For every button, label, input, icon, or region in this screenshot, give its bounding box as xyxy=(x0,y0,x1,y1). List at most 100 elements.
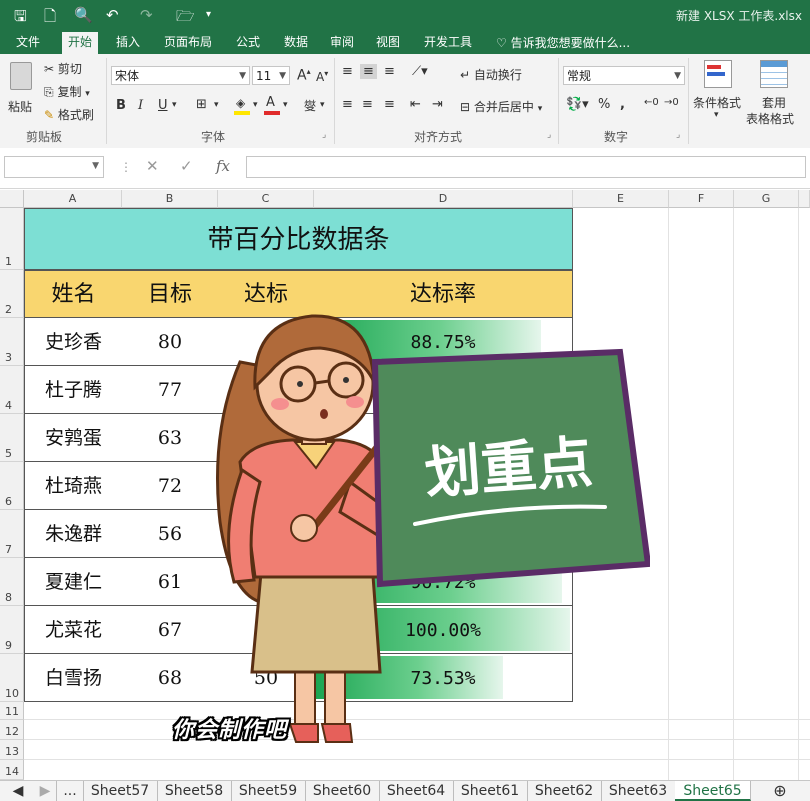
cell-name[interactable]: 史珍香 xyxy=(24,318,123,366)
paste-button[interactable]: 粘贴 xyxy=(6,60,36,116)
more-tabs-button[interactable]: ... xyxy=(56,781,84,801)
align-bottom-icon[interactable]: ≡ xyxy=(384,64,395,79)
row-header[interactable]: 4 xyxy=(0,366,24,414)
tell-me-search[interactable]: ♡ 告诉我您想要做什么... xyxy=(496,34,630,51)
row-header[interactable]: 13 xyxy=(0,740,24,760)
header-cell-name[interactable]: 姓名 xyxy=(24,270,123,318)
sheet-tab[interactable]: Sheet62 xyxy=(527,781,602,801)
increase-decimal-icon[interactable]: ←0 xyxy=(644,97,659,108)
row-header[interactable]: 6 xyxy=(0,462,24,510)
font-size-select[interactable]: 11 ▼ xyxy=(252,66,290,85)
dialog-launcher-icon[interactable]: ⌟ xyxy=(322,130,326,140)
phonetic-dropdown[interactable]: ▾ xyxy=(320,100,325,110)
sheet-tab-active[interactable]: Sheet65 xyxy=(675,781,751,801)
conditional-formatting-button[interactable]: 条件格式 ▾ xyxy=(692,60,742,126)
font-color-button[interactable]: A xyxy=(264,95,280,116)
phonetic-button[interactable]: 燮 xyxy=(304,97,316,114)
align-top-icon[interactable]: ≡ xyxy=(342,64,353,79)
row-header[interactable]: 2 xyxy=(0,270,24,318)
table-title-cell[interactable]: 带百分比数据条 xyxy=(24,208,573,270)
menu-formulas[interactable]: 公式 xyxy=(230,34,266,54)
increase-indent-icon[interactable]: ⇥ xyxy=(432,97,443,112)
format-painter-button[interactable]: ✎ 格式刷 xyxy=(44,106,94,123)
align-center-icon[interactable]: ≡ xyxy=(362,97,373,112)
copy-button[interactable]: ⎘ 复制 ▾ xyxy=(44,83,90,100)
redo-icon[interactable]: ↷ xyxy=(140,6,153,24)
font-name-select[interactable]: 宋体 ▼ xyxy=(111,66,250,85)
row-header[interactable]: 11 xyxy=(0,702,24,720)
column-header-c[interactable]: C xyxy=(218,190,314,208)
row-header[interactable]: 8 xyxy=(0,558,24,606)
row-header[interactable]: 9 xyxy=(0,606,24,654)
row-header[interactable]: 7 xyxy=(0,510,24,558)
borders-dropdown[interactable]: ▾ xyxy=(214,100,219,110)
cut-button[interactable]: ✂ 剪切 xyxy=(44,60,82,77)
cancel-icon[interactable]: ✕ xyxy=(146,157,159,175)
merge-center-button[interactable]: ⊟ 合并后居中 ▾ xyxy=(460,98,542,115)
fill-color-dropdown[interactable]: ▾ xyxy=(253,100,258,110)
scroll-tabs-right-icon[interactable]: ▶ xyxy=(36,781,54,801)
percent-button[interactable]: % xyxy=(598,97,610,112)
font-color-dropdown[interactable]: ▾ xyxy=(283,100,288,110)
row-header[interactable]: 10 xyxy=(0,654,24,702)
save-icon[interactable]: 🖫 xyxy=(14,6,27,31)
underline-dropdown[interactable]: ▾ xyxy=(172,100,177,110)
select-all-corner[interactable] xyxy=(0,190,24,208)
bold-button[interactable]: B xyxy=(116,98,126,113)
menu-data[interactable]: 数据 xyxy=(278,34,314,54)
cell-name[interactable]: 夏建仁 xyxy=(24,558,123,606)
decrease-decimal-icon[interactable]: →0 xyxy=(664,97,679,108)
dialog-launcher-icon[interactable]: ⌟ xyxy=(547,130,551,140)
menu-review[interactable]: 审阅 xyxy=(324,34,360,54)
customize-toolbar-icon[interactable]: ▾ xyxy=(206,9,211,20)
cell-name[interactable]: 安鹑蛋 xyxy=(24,414,123,462)
enter-icon[interactable]: ✓ xyxy=(180,157,193,175)
cell-name[interactable]: 尤菜花 xyxy=(24,606,123,654)
sheet-tab[interactable]: Sheet58 xyxy=(157,781,232,801)
sheet-tab[interactable]: Sheet59 xyxy=(231,781,306,801)
number-format-select[interactable]: 常规 ▼ xyxy=(563,66,685,85)
scroll-tabs-left-icon[interactable]: ◀ xyxy=(8,781,28,801)
menu-developer[interactable]: 开发工具 xyxy=(418,34,478,54)
cell-name[interactable]: 白雪扬 xyxy=(24,654,123,702)
currency-icon[interactable]: 💱▾ xyxy=(566,97,589,112)
cell-name[interactable]: 朱逸群 xyxy=(24,510,123,558)
sheet-tab[interactable]: Sheet64 xyxy=(379,781,454,801)
cell-name[interactable]: 杜琦燕 xyxy=(24,462,123,510)
dialog-launcher-icon[interactable]: ⌟ xyxy=(676,130,680,140)
decrease-indent-icon[interactable]: ⇤ xyxy=(410,97,421,112)
fill-color-button[interactable]: ◈ xyxy=(234,96,250,116)
align-right-icon[interactable]: ≡ xyxy=(384,97,395,112)
column-header-d[interactable]: D xyxy=(314,190,573,208)
row-header[interactable]: 3 xyxy=(0,318,24,366)
column-header-f[interactable]: F xyxy=(669,190,734,208)
borders-icon[interactable]: ⊞ xyxy=(196,97,207,112)
menu-insert[interactable]: 插入 xyxy=(110,34,146,54)
underline-button[interactable]: U xyxy=(158,98,168,113)
menu-home[interactable]: 开始 xyxy=(62,32,99,54)
undo-icon[interactable]: ↶ xyxy=(106,6,119,24)
wrap-text-button[interactable]: ↵ 自动换行 xyxy=(460,66,522,83)
menu-file[interactable]: 文件 xyxy=(10,34,46,54)
column-header-next[interactable] xyxy=(799,190,810,208)
align-left-icon[interactable]: ≡ xyxy=(342,97,353,112)
orientation-icon[interactable]: ⟋▾ xyxy=(412,64,428,79)
menu-view[interactable]: 视图 xyxy=(370,34,406,54)
shrink-font-button[interactable]: A▾ xyxy=(316,69,328,84)
print-preview-icon[interactable]: 🔍 xyxy=(74,6,93,24)
sheet-tab[interactable]: Sheet57 xyxy=(83,781,158,801)
italic-button[interactable]: I xyxy=(138,98,143,113)
column-header-b[interactable]: B xyxy=(122,190,218,208)
column-header-a[interactable]: A xyxy=(24,190,122,208)
open-folder-icon[interactable]: 🗁 xyxy=(176,6,195,31)
formula-input[interactable] xyxy=(246,156,806,178)
insert-function-button[interactable]: fx xyxy=(216,157,230,175)
row-header[interactable]: 5 xyxy=(0,414,24,462)
row-header[interactable]: 12 xyxy=(0,720,24,740)
format-as-table-button[interactable]: 套用 表格格式 xyxy=(744,60,804,126)
name-box[interactable]: ▼ xyxy=(4,156,104,178)
sheet-tab[interactable]: Sheet61 xyxy=(453,781,528,801)
column-header-e[interactable]: E xyxy=(573,190,669,208)
row-header[interactable]: 14 xyxy=(0,760,24,780)
menu-page-layout[interactable]: 页面布局 xyxy=(158,34,218,54)
